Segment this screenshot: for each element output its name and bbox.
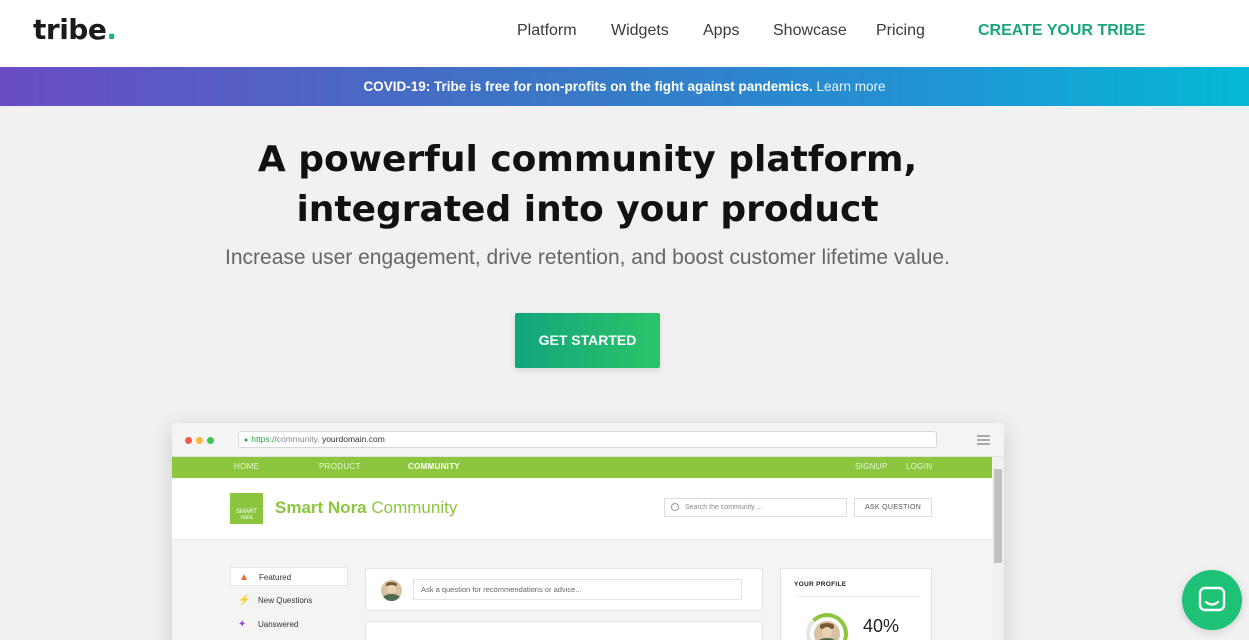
nav-showcase[interactable]: Showcase [773,22,847,40]
ask-question-button: ASK QUESTION [854,498,932,517]
lightning-icon: ⚡ [238,595,251,606]
profile-divider [794,596,920,597]
sidebar-item-unanswered: ✦ Uanswered [230,615,348,634]
community-nav-product: PRODUCT [319,462,361,471]
get-started-button[interactable]: GET STARTED [515,313,660,368]
profile-title: YOUR PROFILE [794,581,847,588]
close-dot-icon [185,437,192,444]
nav-apps[interactable]: Apps [703,22,739,40]
community-nav-home: HOME [234,462,260,471]
url-subdomain: community. [276,434,320,444]
community-nav-signup: SIGNUP [855,462,888,471]
community-search-input: Search the community ... [664,498,847,517]
nav-widgets[interactable]: Widgets [611,22,669,40]
logo-text-bottom: nora [240,515,253,521]
ask-input: Ask a question for recommendations or ad… [413,579,742,600]
product-mockup: ● https://community. yourdomain.com HOME … [172,423,1004,640]
sidebar-label: New Questions [258,596,313,605]
maximize-dot-icon [207,437,214,444]
ask-question-box: Ask a question for recommendations or ad… [365,568,763,611]
browser-chrome: ● https://community. yourdomain.com [172,423,1004,457]
avatar [381,580,402,601]
logo-dot: . [106,13,117,46]
nav-pricing[interactable]: Pricing [876,22,925,40]
menu-icon [977,435,990,447]
hero-title-line-2: integrated into your product [296,189,879,230]
sidebar-item-featured: ▲ Featured [230,567,348,586]
unanswered-icon: ✦ [238,619,247,630]
community-word: Community [371,498,458,517]
logo-text: tribe [33,13,107,46]
mockup-scroll-thumb [994,469,1002,563]
url-protocol: https:// [251,434,277,444]
tribe-logo[interactable]: tribe. [33,13,117,46]
lock-icon: ● [244,437,249,444]
post-card [365,621,763,640]
fire-icon: ▲ [239,572,249,583]
nav-platform[interactable]: Platform [517,22,577,40]
sidebar-label: Uanswered [258,620,299,629]
banner-message: COVID-19: Tribe is free for non-profits … [363,79,813,94]
minimize-dot-icon [196,437,203,444]
chat-launcher-button[interactable] [1182,570,1242,630]
chat-icon [1198,586,1226,612]
sidebar-item-new-questions: ⚡ New Questions [230,591,348,610]
profile-card: YOUR PROFILE 40% [780,568,932,640]
profile-avatar [814,621,840,640]
url-bar: ● https://community. yourdomain.com [238,431,937,448]
community-nav-login: LOGIN [906,462,933,471]
community-nav-community: COMMUNITY [408,462,461,471]
hero-title-line-1: A powerful community platform, [257,139,918,180]
sidebar-label: Featured [259,573,292,582]
smart-nora-logo: SMART nora [230,493,263,524]
community-header: SMART nora Smart Nora Community Search t… [172,478,992,540]
search-icon [671,503,679,511]
search-placeholder: Search the community ... [685,504,763,511]
hero-subtitle: Increase user engagement, drive retentio… [225,246,950,269]
profile-completion: 40% [863,616,900,636]
covid-banner: COVID-19: Tribe is free for non-profits … [0,67,1249,106]
url-domain: yourdomain.com [321,434,385,444]
site-header: tribe. Platform Widgets Apps Showcase Pr… [0,0,1249,67]
community-nav: HOME PRODUCT COMMUNITY SIGNUP LOGIN [172,457,992,478]
community-name: Smart Nora Community [275,498,457,518]
community-brand: Smart Nora [275,498,367,517]
create-your-tribe-link[interactable]: CREATE YOUR TRIBE [978,22,1145,40]
learn-more-link[interactable]: Learn more [817,79,886,94]
